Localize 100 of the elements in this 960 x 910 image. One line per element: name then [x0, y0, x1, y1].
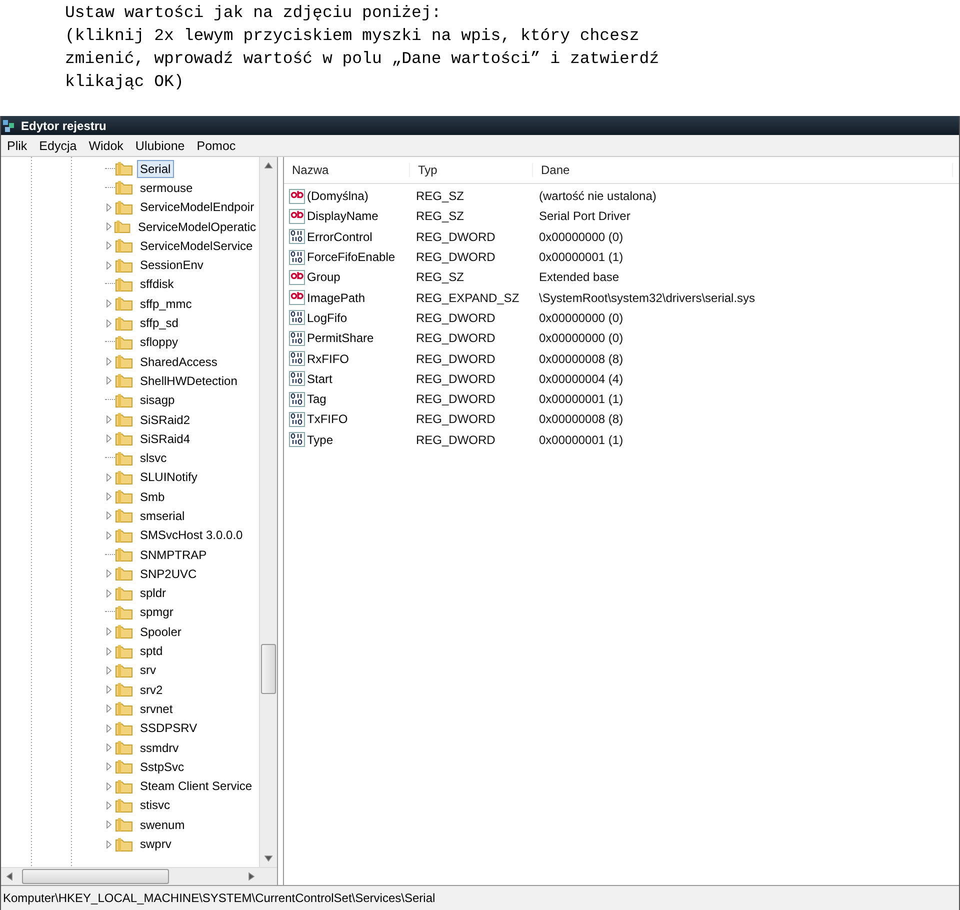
string-value-icon: [289, 270, 305, 285]
tree-item[interactable]: srv: [137, 661, 159, 680]
tree-item[interactable]: SharedAccess: [137, 352, 220, 371]
tree-item[interactable]: srv2: [137, 680, 166, 699]
scroll-thumb[interactable]: [261, 644, 276, 694]
folder-icon: [115, 798, 133, 813]
value-type: REG_SZ: [415, 270, 466, 284]
folder-icon: [115, 624, 133, 640]
tree-item[interactable]: ShellHWDetection: [137, 372, 240, 390]
value-name[interactable]: ImagePath: [307, 290, 366, 305]
horizontal-scrollbar[interactable]: [1, 867, 277, 885]
tree-item[interactable]: SstpSvc: [137, 758, 188, 776]
folder-icon: [115, 392, 133, 408]
menu-item[interactable]: Pomoc: [192, 138, 240, 152]
tree-item[interactable]: SiSRaid2: [137, 410, 194, 428]
menu-item[interactable]: Ulubione: [131, 138, 189, 152]
menu-item[interactable]: Edycja: [35, 138, 81, 152]
tree-item[interactable]: swprv: [137, 835, 174, 854]
folder-icon: [115, 470, 133, 485]
tree-item[interactable]: SLUINotify: [137, 468, 200, 486]
value-type: REG_DWORD: [415, 331, 496, 346]
value-type: REG_DWORD: [415, 392, 496, 406]
value-type: REG_DWORD: [415, 432, 496, 447]
tree-item[interactable]: slsvc: [137, 449, 170, 468]
tree-item[interactable]: srvnet: [137, 700, 176, 718]
tree-item[interactable]: ServiceModelService: [137, 236, 256, 255]
column-header[interactable]: Typ: [410, 163, 533, 177]
folder-icon: [115, 682, 133, 698]
value-name[interactable]: Type: [307, 432, 334, 447]
value-data: 0x00000008 (8): [538, 352, 624, 366]
tree-item[interactable]: swenum: [137, 816, 188, 834]
tree-item[interactable]: SMSvcHost 3.0.0.0: [137, 526, 246, 544]
value-data: Extended base: [538, 270, 620, 284]
value-name[interactable]: ErrorControl: [307, 230, 372, 244]
tree-item[interactable]: sffp_sd: [137, 314, 182, 332]
folder-icon: [115, 412, 133, 427]
tree-item[interactable]: Serial: [137, 160, 174, 178]
value-data: 0x00000001 (1): [538, 392, 624, 406]
value-name[interactable]: DisplayName: [307, 209, 378, 224]
folder-icon: [115, 547, 133, 562]
tree-item[interactable]: SiSRaid4: [137, 430, 194, 448]
folder-icon: [115, 508, 133, 524]
value-type: REG_DWORD: [415, 250, 496, 264]
tree-item[interactable]: sffdisk: [137, 275, 177, 294]
value-name[interactable]: Group: [307, 270, 340, 284]
tree-item[interactable]: Spooler: [137, 622, 184, 641]
menu-item[interactable]: Plik: [3, 138, 32, 152]
binary-value-icon: [289, 392, 305, 407]
value-data: 0x00000001 (1): [538, 432, 624, 447]
value-name[interactable]: TxFIFO: [307, 412, 348, 426]
tree-item[interactable]: spmgr: [137, 603, 176, 622]
tree-item[interactable]: Smb: [137, 488, 168, 506]
string-value-icon: [289, 188, 305, 204]
folder-icon: [114, 219, 131, 234]
tree-item[interactable]: smserial: [137, 506, 188, 525]
tree-item[interactable]: sptd: [137, 642, 166, 660]
folder-icon: [115, 720, 133, 736]
value-name[interactable]: (Domyślna): [307, 189, 368, 204]
value-type: REG_DWORD: [415, 412, 496, 426]
binary-value-icon: [289, 229, 305, 244]
instruction-text: zmienić, wprowadź wartość w polu „Dane wartości” i zatwierdź: [65, 48, 660, 70]
tree-item[interactable]: ServiceModelEndpoir: [137, 198, 258, 216]
tree-item[interactable]: SSDPSRV: [137, 719, 200, 738]
vertical-scrollbar[interactable]: [259, 157, 277, 867]
value-name[interactable]: ForceFifoEnable: [307, 250, 396, 264]
instruction-text: (kliknij 2x lewym przyciskiem myszki na wpis, który chcesz: [65, 25, 640, 47]
binary-value-icon: [289, 250, 305, 265]
scroll-thumb[interactable]: [22, 869, 169, 884]
tree-item[interactable]: ssmdrv: [137, 738, 182, 757]
value-type: REG_DWORD: [415, 352, 496, 366]
folder-icon: [115, 373, 133, 388]
column-header[interactable]: Dane: [533, 163, 953, 177]
tree-item[interactable]: SNMPTRAP: [137, 546, 210, 564]
expand-arrow-icon[interactable]: [105, 222, 114, 232]
tree-item[interactable]: ServiceModelOperatic: [134, 218, 259, 236]
folder-icon: [115, 200, 133, 215]
tree-item[interactable]: SNP2UVC: [137, 564, 200, 583]
tree-item[interactable]: sisagp: [137, 391, 178, 410]
folder-icon: [115, 662, 133, 678]
tree-item[interactable]: sffp_mmc: [137, 294, 195, 313]
value-name[interactable]: Start: [307, 372, 332, 386]
value-name[interactable]: PermitShare: [307, 331, 374, 346]
value-name[interactable]: LogFifo: [307, 310, 348, 325]
menu-item[interactable]: Widok: [84, 138, 128, 152]
value-name[interactable]: Tag: [307, 392, 326, 406]
folder-icon: [115, 161, 133, 176]
folder-icon: [115, 450, 133, 466]
tree-item[interactable]: sermouse: [137, 178, 196, 197]
tree-item[interactable]: spldr: [137, 584, 170, 602]
folder-icon: [115, 740, 133, 756]
value-type: REG_SZ: [415, 189, 466, 204]
folder-icon: [115, 836, 133, 852]
instruction-text: klikając OK): [65, 71, 185, 93]
folder-icon: [115, 701, 133, 716]
tree-item[interactable]: SessionEnv: [137, 256, 206, 274]
column-header[interactable]: Nazwa: [284, 163, 410, 177]
tree-item[interactable]: stisvc: [137, 796, 173, 814]
value-name[interactable]: RxFIFO: [307, 352, 349, 366]
tree-item[interactable]: Steam Client Service: [137, 777, 256, 796]
tree-item[interactable]: sfloppy: [137, 333, 182, 352]
